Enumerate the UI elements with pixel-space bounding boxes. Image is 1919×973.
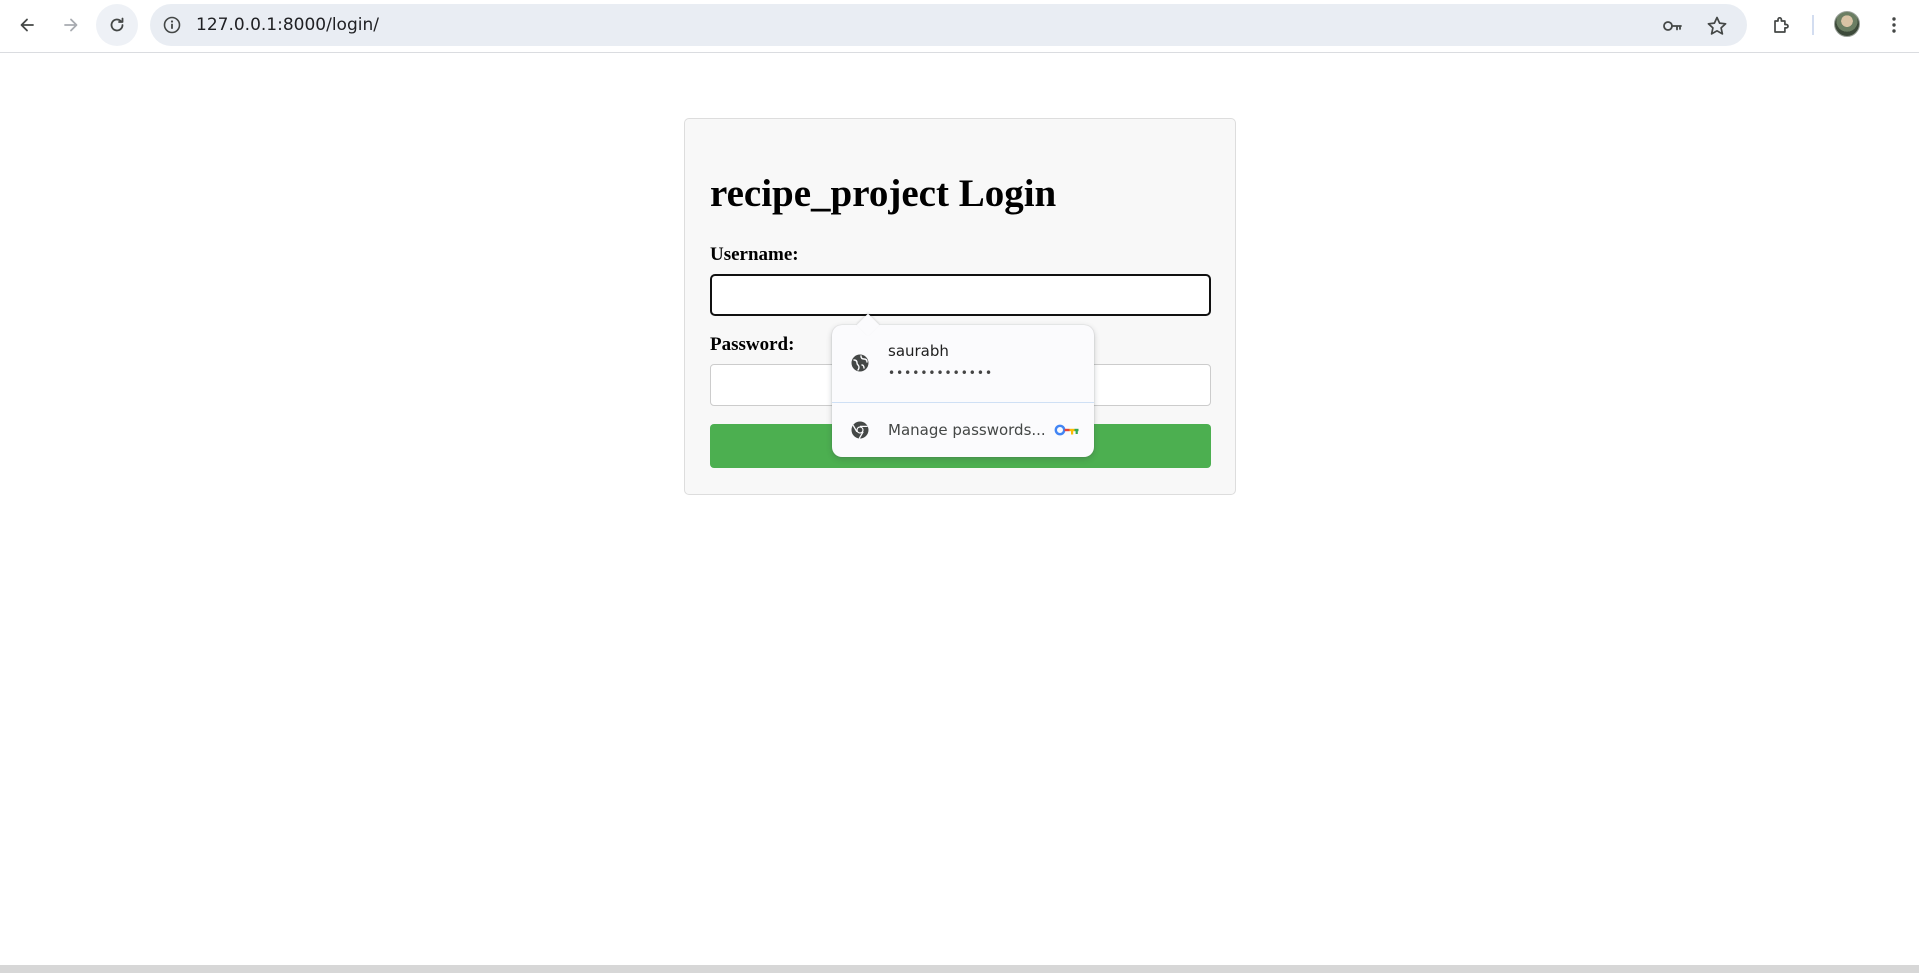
page-title: recipe_project Login xyxy=(710,172,1057,215)
more-menu-icon xyxy=(1892,17,1896,33)
suggestion-username: saurabh xyxy=(888,342,949,360)
address-bar[interactable]: 127.0.0.1:8000/login/ xyxy=(150,4,1747,46)
username-input[interactable] xyxy=(710,274,1211,316)
username-label: Username: xyxy=(710,244,799,265)
globe-icon xyxy=(851,354,869,372)
password-key-icon[interactable] xyxy=(1661,15,1683,37)
reload-icon xyxy=(110,17,124,32)
saved-credential-suggestion[interactable]: saurabh ••••••••••••• xyxy=(832,325,1094,402)
reload-button[interactable] xyxy=(96,4,138,46)
site-info-icon[interactable] xyxy=(162,15,182,35)
suggestion-password-mask: ••••••••••••• xyxy=(888,366,994,380)
forward-button[interactable] xyxy=(50,4,92,46)
profile-avatar[interactable] xyxy=(1834,11,1860,37)
back-button[interactable] xyxy=(6,4,48,46)
more-menu-button[interactable] xyxy=(1873,4,1915,46)
extensions-button[interactable] xyxy=(1760,4,1802,46)
chrome-icon xyxy=(851,421,869,439)
back-arrow-icon xyxy=(20,18,34,32)
window-bottom-edge xyxy=(0,965,1919,973)
manage-passwords-item[interactable]: Manage passwords... xyxy=(832,403,1094,457)
manage-passwords-label: Manage passwords... xyxy=(888,421,1046,439)
bookmark-star-icon[interactable] xyxy=(1706,15,1728,37)
toolbar-divider xyxy=(1812,15,1814,35)
password-label: Password: xyxy=(710,334,795,355)
extensions-puzzle-icon xyxy=(1774,17,1789,33)
forward-arrow-icon xyxy=(64,18,78,32)
url-text: 127.0.0.1:8000/login/ xyxy=(196,15,379,35)
google-password-key-icon xyxy=(1054,424,1079,436)
browser-toolbar: 127.0.0.1:8000/login/ xyxy=(0,0,1919,53)
password-autofill-popup: saurabh ••••••••••••• Manage passwords..… xyxy=(832,313,1094,457)
